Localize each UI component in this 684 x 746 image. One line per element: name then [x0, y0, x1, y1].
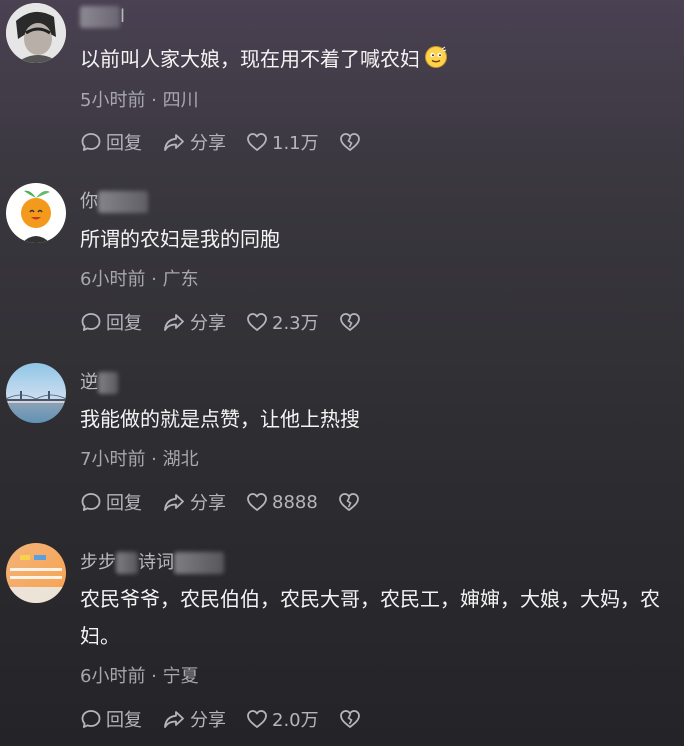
comment-text: 所谓的农妇是我的同胞: [80, 227, 280, 251]
broken-heart-icon: [339, 133, 360, 151]
like-count: 2.0万: [272, 710, 319, 731]
share-button[interactable]: 分享: [162, 309, 226, 335]
username[interactable]: 步步 诗词: [80, 548, 224, 574]
username[interactable]: 你: [80, 187, 148, 213]
avatar[interactable]: [6, 183, 66, 243]
comment-meta: 6小时前 · 宁夏: [80, 666, 199, 687]
reply-label: 回复: [106, 133, 142, 154]
like-button[interactable]: 2.3万: [246, 309, 319, 335]
avatar[interactable]: [6, 543, 66, 603]
reply-label: 回复: [106, 313, 142, 334]
comment-bubble-icon: [81, 710, 101, 728]
heart-outline-icon: [247, 133, 267, 151]
share-label: 分享: [190, 133, 226, 154]
redacted-name-blur: [80, 6, 120, 28]
comment-bubble-icon: [81, 313, 101, 331]
share-arrow-icon: [164, 711, 184, 728]
comment-actions: 回复 分享 2.0万: [80, 706, 361, 732]
comment-meta: 6小时前 · 广东: [80, 269, 199, 290]
reply-label: 回复: [106, 493, 142, 514]
heart-outline-icon: [247, 313, 267, 331]
like-button[interactable]: 8888: [246, 492, 318, 513]
username[interactable]: 逆: [80, 368, 118, 394]
like-count: 2.3万: [272, 313, 319, 334]
share-button[interactable]: 分享: [162, 706, 226, 732]
heart-outline-icon: [247, 710, 267, 728]
share-arrow-icon: [164, 314, 184, 331]
dislike-button[interactable]: [339, 312, 361, 332]
share-label: 分享: [190, 313, 226, 334]
broken-heart-icon: [338, 493, 359, 511]
reply-button[interactable]: 回复: [80, 309, 142, 335]
like-button[interactable]: 2.0万: [246, 706, 319, 732]
comment-bubble-icon: [81, 133, 101, 151]
comment-actions: 回复 分享 1.1万: [80, 129, 361, 155]
share-label: 分享: [190, 710, 226, 731]
comment-text: 我能做的就是点赞，让他上热搜: [80, 407, 360, 431]
comment-actions: 回复 分享 2.3万: [80, 309, 361, 335]
comment-text: 以前叫人家大娘，现在用不着了喊农妇: [80, 41, 674, 81]
comment-meta: 5小时前 · 四川: [80, 90, 199, 111]
reply-label: 回复: [106, 710, 142, 731]
reply-button[interactable]: 回复: [80, 129, 142, 155]
share-button[interactable]: 分享: [162, 129, 226, 155]
redacted-name-blur: [98, 372, 118, 394]
comment-bubble-icon: [81, 493, 101, 511]
avatar[interactable]: [6, 363, 66, 423]
dislike-button[interactable]: [339, 709, 361, 729]
like-count: 8888: [272, 491, 318, 513]
heart-outline-icon: [247, 493, 267, 511]
like-count: 1.1万: [272, 133, 319, 154]
broken-heart-icon: [339, 313, 360, 331]
comment-meta: 7小时前 · 湖北: [80, 449, 199, 470]
reply-button[interactable]: 回复: [80, 706, 142, 732]
like-button[interactable]: 1.1万: [246, 129, 319, 155]
dislike-button[interactable]: [339, 132, 361, 152]
redacted-name-blur: [116, 552, 138, 574]
broken-heart-icon: [339, 710, 360, 728]
avatar[interactable]: [6, 3, 66, 63]
reply-button[interactable]: 回复: [80, 489, 142, 515]
share-arrow-icon: [164, 134, 184, 151]
comment-text: 农民爷爷，农民伯伯，农民大哥，农民工，婶婶，大娘，大妈，农妇。: [80, 587, 660, 648]
redacted-name-blur: [98, 191, 148, 213]
smiling-face-emoji-icon: [424, 44, 448, 81]
username[interactable]: l: [80, 6, 125, 28]
dislike-button[interactable]: [338, 492, 360, 512]
redacted-name-blur: [174, 552, 224, 574]
share-button[interactable]: 分享: [162, 489, 226, 515]
share-label: 分享: [190, 493, 226, 514]
share-arrow-icon: [164, 494, 184, 511]
comment-actions: 回复 分享 8888: [80, 489, 360, 515]
